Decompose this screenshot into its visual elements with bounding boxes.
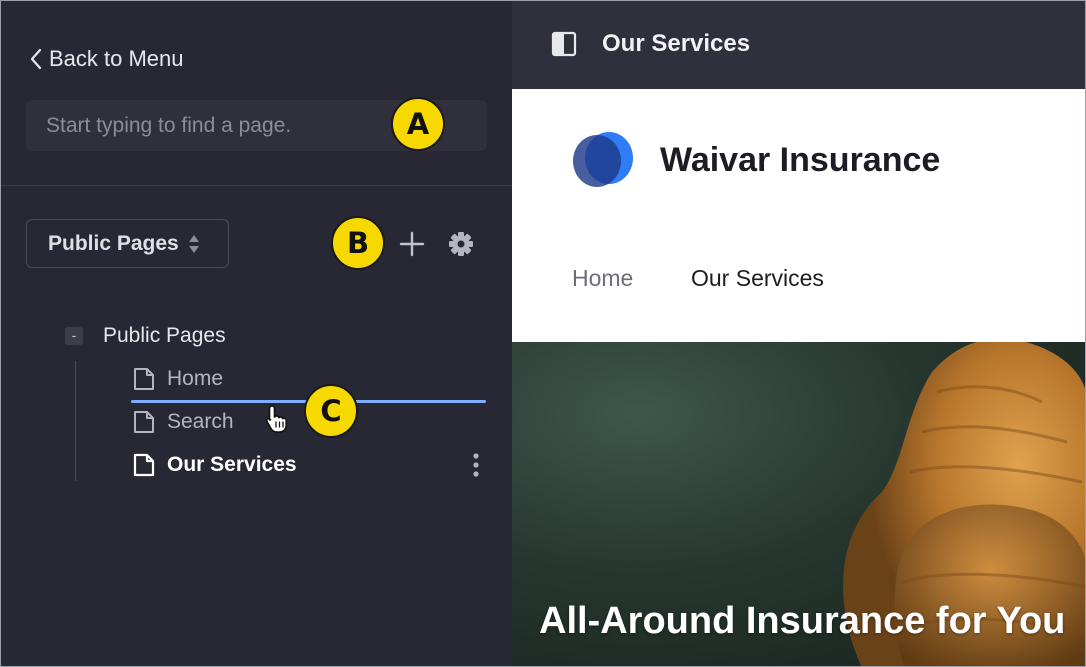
page-icon xyxy=(134,411,154,433)
plus-icon xyxy=(399,231,425,257)
site-name: Waivar Insurance xyxy=(660,141,941,179)
back-to-menu-link[interactable]: Back to Menu xyxy=(29,43,184,75)
sidebar-divider xyxy=(1,185,512,186)
hero-banner: All-Around Insurance for You xyxy=(512,342,1085,666)
pages-type-select[interactable]: Public Pages xyxy=(26,219,229,268)
tree-item-our-services[interactable]: Our Services xyxy=(133,450,297,480)
tree-item-label: Search xyxy=(167,410,234,433)
preview-topbar: Our Services xyxy=(512,1,1085,89)
nav-link-home[interactable]: Home xyxy=(572,265,633,292)
pages-type-select-value: Public Pages xyxy=(48,231,179,255)
add-page-button[interactable] xyxy=(397,229,427,259)
callout-badge-c: C xyxy=(304,384,358,438)
page-icon xyxy=(134,368,154,390)
tree-item-home[interactable]: Home xyxy=(133,364,223,394)
nav-link-our-services[interactable]: Our Services xyxy=(691,265,824,292)
page-tree-sidebar: Back to Menu Public Pages xyxy=(1,1,512,666)
app-window: Back to Menu Public Pages xyxy=(0,0,1086,667)
brand-logo[interactable] xyxy=(570,129,636,191)
tree-item-search[interactable]: Search xyxy=(133,407,234,437)
collapse-toggle[interactable]: - xyxy=(65,327,83,345)
tree-item-label: Our Services xyxy=(167,453,297,476)
sort-caret-icon xyxy=(188,234,199,253)
back-to-menu-label: Back to Menu xyxy=(49,46,184,71)
page-icon xyxy=(133,453,155,477)
sidebar-panel-icon[interactable] xyxy=(551,31,577,57)
callout-badge-a: A xyxy=(391,97,445,151)
pages-settings-button[interactable] xyxy=(447,230,475,258)
tree-root-label: Public Pages xyxy=(103,324,226,347)
gear-icon xyxy=(449,232,473,256)
site-header: Waivar Insurance Home Our Services xyxy=(512,89,1085,342)
hand-pointer-icon xyxy=(265,405,287,433)
vertical-ellipsis-icon xyxy=(473,453,479,477)
chevron-left-icon xyxy=(30,48,42,70)
page-options-button[interactable] xyxy=(467,451,485,479)
tree-root-public-pages[interactable]: - Public Pages xyxy=(65,321,226,351)
tree-item-label: Home xyxy=(167,367,224,390)
callout-badge-b: B xyxy=(331,216,385,270)
hero-title: All-Around Insurance for You xyxy=(539,600,1066,642)
page-title: Our Services xyxy=(602,30,751,57)
tree-connector-line xyxy=(75,361,76,481)
